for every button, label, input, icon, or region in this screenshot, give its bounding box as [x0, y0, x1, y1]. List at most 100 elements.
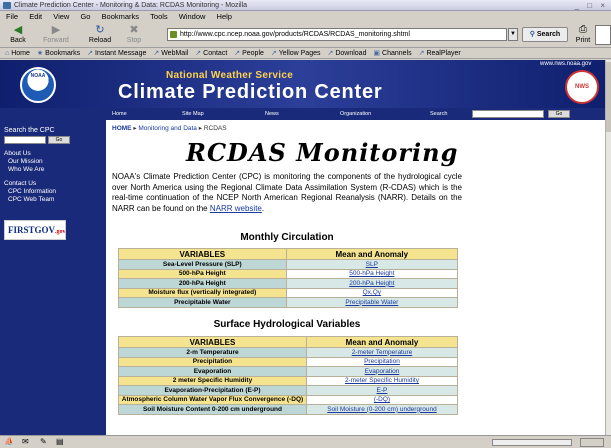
status-bar: ⛵ ✉ ✎ ▤	[0, 435, 611, 448]
mean-anomaly-link[interactable]: Soil Moisture (0-200 cm) underground	[305, 404, 459, 415]
bookmark-bookmarks-label: Bookmarks	[45, 50, 81, 57]
variable-name: Precipitable Water	[118, 297, 287, 308]
bookmark-instant-message[interactable]: ↗ Instant Message	[87, 50, 146, 57]
search-label: Search	[536, 31, 561, 38]
firstgov-text: FIRSTGOV	[8, 225, 56, 235]
column-header-mean-anomaly: Mean and Anomaly	[285, 248, 459, 260]
bookmark-channels[interactable]: ▣ Channels	[373, 50, 411, 57]
mean-anomaly-link[interactable]: 500-hPa Height	[285, 268, 459, 279]
mean-anomaly-link[interactable]: 2-meter Specific Humidity	[305, 375, 459, 386]
back-arrow-icon: ◀	[13, 24, 23, 36]
bookmark-instant-message-label: Instant Message	[95, 50, 147, 57]
search-button[interactable]: ⚲ Search	[522, 27, 568, 42]
intro-text: NOAA's Climate Prediction Center (CPC) i…	[112, 172, 462, 213]
site-search-go-button[interactable]: Go	[548, 110, 570, 118]
sidebar-go-button[interactable]: Go	[48, 136, 70, 144]
nav-sitemap[interactable]: Site Map	[182, 108, 204, 120]
addressbook-icon[interactable]: ▤	[56, 436, 64, 448]
link-icon: ↗	[87, 50, 93, 57]
back-button[interactable]: ◀ Back	[2, 23, 34, 47]
mail-icon[interactable]: ✉	[22, 436, 29, 448]
nav-organization[interactable]: Organization	[340, 108, 371, 120]
print-label: Print	[575, 37, 591, 44]
intro-paragraph: NOAA's Climate Prediction Center (CPC) i…	[112, 172, 462, 214]
sidebar-link-our-mission[interactable]: Our Mission	[8, 158, 43, 166]
table-row: 200-hPa Height 200-hPa Height	[118, 278, 459, 289]
throbber-icon[interactable]	[595, 25, 611, 45]
menu-window[interactable]: Window	[179, 12, 206, 21]
variable-name: 500-hPa Height	[118, 268, 287, 279]
nav-news[interactable]: News	[265, 108, 279, 120]
bookmark-bookmarks[interactable]: ★ Bookmarks	[37, 50, 80, 57]
sidebar-contact-heading[interactable]: Contact Us	[4, 180, 36, 188]
nav-home[interactable]: Home	[112, 108, 127, 120]
menu-bookmarks[interactable]: Bookmarks	[102, 12, 140, 21]
breadcrumb-monitoring[interactable]: Monitoring and Data	[138, 125, 197, 132]
bookmark-people[interactable]: ↗ People	[234, 50, 264, 57]
sidebar-search-label: Search the CPC	[4, 127, 55, 134]
sidebar-about-heading[interactable]: About Us	[4, 150, 31, 158]
mean-anomaly-link[interactable]: 200-hPa Height	[285, 278, 459, 289]
breadcrumb: HOME ▸ Monitoring and Data ▸ RCDAS	[112, 124, 462, 132]
bookmark-download[interactable]: ↗ Download	[327, 50, 366, 57]
mean-anomaly-link[interactable]: Qx,Qy	[285, 287, 459, 298]
mean-anomaly-link[interactable]: SLP	[285, 259, 459, 270]
forward-button[interactable]: ▶ Forward	[40, 23, 72, 47]
site-search-input[interactable]	[472, 110, 544, 118]
navigation-toolbar: ◀ Back ▶ Forward ↻ Reload ✖ Stop http://…	[0, 22, 611, 48]
mean-anomaly-link[interactable]: Precipitation	[305, 356, 459, 367]
menu-file[interactable]: File	[6, 12, 18, 21]
security-icon[interactable]	[580, 438, 604, 447]
bookmark-yellow-pages-label: Yellow Pages	[278, 50, 321, 57]
menu-go[interactable]: Go	[80, 12, 90, 21]
sidebar-search-input[interactable]	[4, 136, 46, 144]
mean-anomaly-link[interactable]: (-DQ)	[305, 394, 459, 405]
url-input[interactable]: http://www.cpc.ncep.noaa.gov/products/RC…	[167, 28, 507, 41]
narr-website-link[interactable]: NARR website	[210, 204, 262, 213]
link-icon: ↗	[418, 50, 425, 57]
column-header-mean-anomaly: Mean and Anomaly	[305, 336, 459, 348]
bookmarks-icon: ★	[36, 50, 44, 57]
intro-end: .	[261, 203, 265, 213]
bookmark-home[interactable]: ⌂ Home	[5, 50, 30, 57]
bookmark-contact[interactable]: ↗ Contact	[195, 50, 227, 57]
bookmark-home-label: Home	[11, 50, 30, 57]
url-dropdown-button[interactable]: ▼	[508, 28, 518, 41]
navigator-icon[interactable]: ⛵	[4, 436, 14, 448]
menu-help[interactable]: Help	[217, 12, 232, 21]
nws-url[interactable]: www.nws.noaa.gov	[540, 61, 591, 67]
variable-name: Evaporation	[118, 366, 307, 377]
bookmark-yellow-pages[interactable]: ↗ Yellow Pages	[271, 50, 321, 57]
table-row: Precipitable Water Precipitable Water	[118, 297, 459, 308]
table-row: 500-hPa Height 500-hPa Height	[118, 268, 459, 279]
breadcrumb-home[interactable]: HOME	[112, 125, 132, 132]
bookmark-realplayer[interactable]: ↗ RealPlayer	[419, 50, 461, 57]
menu-view[interactable]: View	[53, 12, 69, 21]
bookmark-webmail[interactable]: ↗ WebMail	[153, 50, 188, 57]
mean-anomaly-link[interactable]: 2-meter Temperature	[305, 347, 459, 358]
nav-search-label: Search	[430, 111, 448, 117]
sidebar-link-cpc-web-team[interactable]: CPC Web Team	[8, 196, 54, 204]
mean-anomaly-link[interactable]: Precipitable Water	[285, 297, 459, 308]
sidebar-link-who-we-are[interactable]: Who We Are	[8, 166, 44, 174]
reload-button[interactable]: ↻ Reload	[84, 23, 116, 47]
vertical-scrollbar[interactable]	[605, 60, 611, 435]
menu-tools[interactable]: Tools	[150, 12, 168, 21]
menu-edit[interactable]: Edit	[29, 12, 42, 21]
sidebar-link-cpc-information[interactable]: CPC Information	[8, 188, 56, 196]
firstgov-logo[interactable]: FIRSTGOV.gov	[4, 220, 66, 240]
surface-hydrological-table: VARIABLES Mean and Anomaly 2-m Temperatu…	[118, 336, 459, 415]
mean-anomaly-link[interactable]: E-P	[305, 385, 459, 396]
reload-icon: ↻	[95, 24, 105, 36]
stop-button[interactable]: ✖ Stop	[118, 23, 150, 47]
print-button[interactable]: ⎙ Print	[573, 23, 593, 47]
printer-icon: ⎙	[579, 24, 587, 35]
mean-anomaly-link[interactable]: Evaporation	[305, 366, 459, 377]
variable-name: 2-m Temperature	[118, 347, 307, 358]
noaa-logo[interactable]: NOAA	[20, 67, 56, 103]
window-controls[interactable]: _ □ ×	[575, 0, 608, 10]
url-text: http://www.cpc.ncep.noaa.gov/products/RC…	[180, 31, 410, 38]
scrollbar-thumb[interactable]	[606, 62, 611, 132]
nws-logo[interactable]: NWS	[565, 70, 599, 104]
composer-icon[interactable]: ✎	[40, 436, 47, 448]
